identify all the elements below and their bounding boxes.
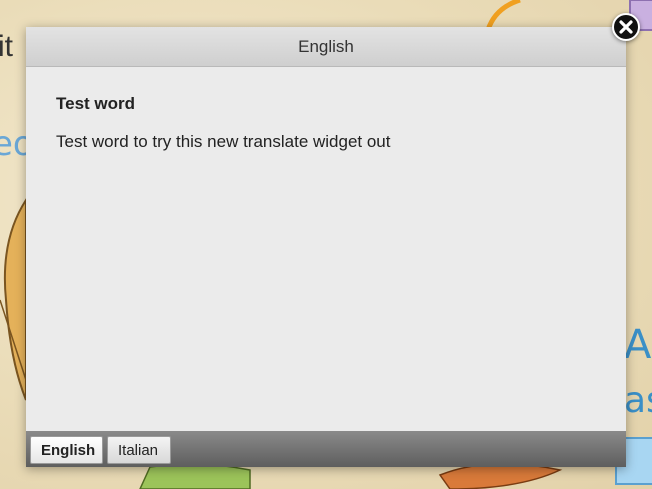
translate-dialog: English Test word Test word to try this … xyxy=(26,27,626,467)
close-icon xyxy=(619,20,633,34)
language-bar: English Italian xyxy=(26,431,626,467)
entry-word: Test word xyxy=(56,94,136,113)
background-text-fragment: as xyxy=(624,380,652,421)
dialog-title: English xyxy=(26,27,626,67)
background-text-fragment: A xyxy=(624,322,652,368)
background-text-fragment: it xyxy=(0,30,13,63)
close-button[interactable] xyxy=(612,13,640,41)
language-button-italian[interactable]: Italian xyxy=(107,436,171,464)
language-button-english[interactable]: English xyxy=(30,436,103,464)
dialog-body: Test word Test word to try this new tran… xyxy=(26,67,626,419)
entry-definition: Test word to try this new translate widg… xyxy=(56,132,391,151)
